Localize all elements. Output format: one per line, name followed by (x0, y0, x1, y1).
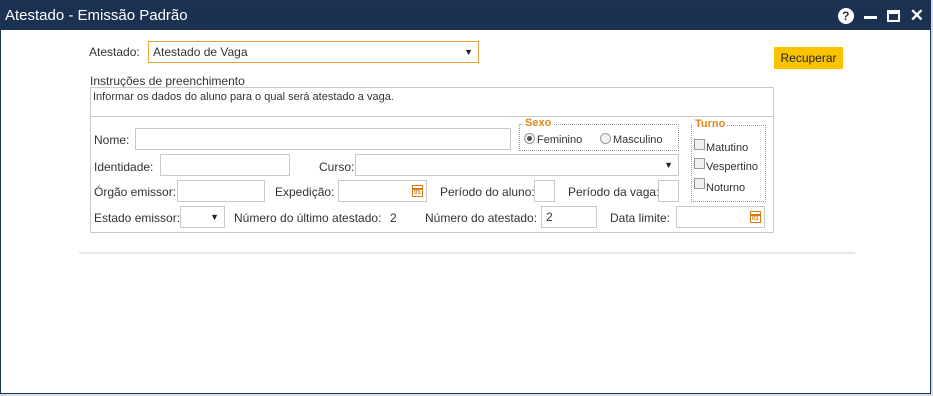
chevron-down-icon: ▼ (464, 47, 473, 57)
identidade-input[interactable] (160, 154, 290, 176)
dialog-window: Atestado - Emissão Padrão ? ✕ Atestado: … (0, 0, 931, 394)
periodo-aluno-label: Período do aluno: (440, 185, 535, 199)
numero-atestado-input[interactable]: 2 (541, 206, 597, 228)
checkbox-matutino[interactable] (694, 139, 705, 150)
window-title: Atestado - Emissão Padrão (5, 7, 188, 24)
instrucoes-text: Informar os dados do aluno para o qual s… (93, 91, 394, 103)
checkbox-noturno[interactable] (694, 178, 705, 189)
checkbox-vespertino[interactable] (694, 158, 705, 169)
identidade-label: Identidade: (94, 160, 154, 174)
atestado-select-value: Atestado de Vaga (153, 45, 248, 59)
curso-label: Curso: (319, 160, 355, 174)
nome-label: Nome: (94, 133, 130, 147)
atestado-label: Atestado: (89, 45, 140, 59)
expedicao-date-input[interactable]: 01 (338, 180, 427, 202)
estado-select[interactable]: ▼ (180, 206, 225, 228)
radio-masculino-label: Masculino (613, 134, 663, 146)
instrucoes-box: Informar os dados do aluno para o qual s… (91, 88, 773, 117)
numero-atestado-label: Número do atestado: (425, 211, 538, 225)
close-icon[interactable]: ✕ (910, 7, 924, 24)
orgao-input[interactable] (177, 180, 265, 202)
chevron-down-icon: ▼ (210, 212, 219, 222)
nome-input[interactable] (135, 128, 511, 150)
periodo-aluno-input[interactable] (534, 180, 555, 202)
atestado-select[interactable]: Atestado de Vaga ▼ (148, 41, 479, 63)
numero-ultimo-value: 2 (390, 211, 397, 225)
estado-label: Estado emissor: (94, 211, 181, 225)
periodo-vaga-label: Período da vaga: (568, 185, 660, 199)
title-bar[interactable]: Atestado - Emissão Padrão ? ✕ (1, 1, 930, 30)
turno-legend: Turno (693, 118, 728, 130)
checkbox-noturno-label: Noturno (706, 182, 746, 194)
chevron-down-icon: ▼ (664, 160, 673, 170)
instrucoes-label: Instruções de preenchimento (90, 74, 245, 88)
calendar-icon[interactable]: 01 (750, 211, 761, 223)
radio-masculino[interactable] (600, 133, 611, 144)
recuperar-button[interactable]: Recuperar (774, 47, 843, 69)
maximize-icon[interactable] (886, 10, 900, 22)
data-limite-label: Data limite: (610, 211, 671, 225)
orgao-label: Órgão emissor: (94, 185, 177, 199)
numero-ultimo-label: Número do último atestado: (234, 211, 382, 225)
divider (79, 252, 855, 254)
help-icon[interactable]: ? (837, 8, 854, 24)
window-controls: ? ✕ (837, 6, 924, 26)
radio-feminino[interactable] (524, 133, 535, 144)
checkbox-matutino-label: Matutino (706, 142, 749, 154)
radio-feminino-label: Feminino (537, 134, 583, 146)
checkbox-vespertino-label: Vespertino (706, 161, 758, 173)
sexo-legend: Sexo (523, 117, 554, 129)
data-limite-date-input[interactable]: 01 (676, 206, 765, 228)
curso-select[interactable]: ▼ (355, 154, 679, 176)
calendar-icon[interactable]: 01 (412, 185, 423, 197)
periodo-vaga-input[interactable] (658, 180, 679, 202)
minimize-icon[interactable] (863, 15, 877, 19)
expedicao-label: Expedição: (275, 185, 335, 199)
